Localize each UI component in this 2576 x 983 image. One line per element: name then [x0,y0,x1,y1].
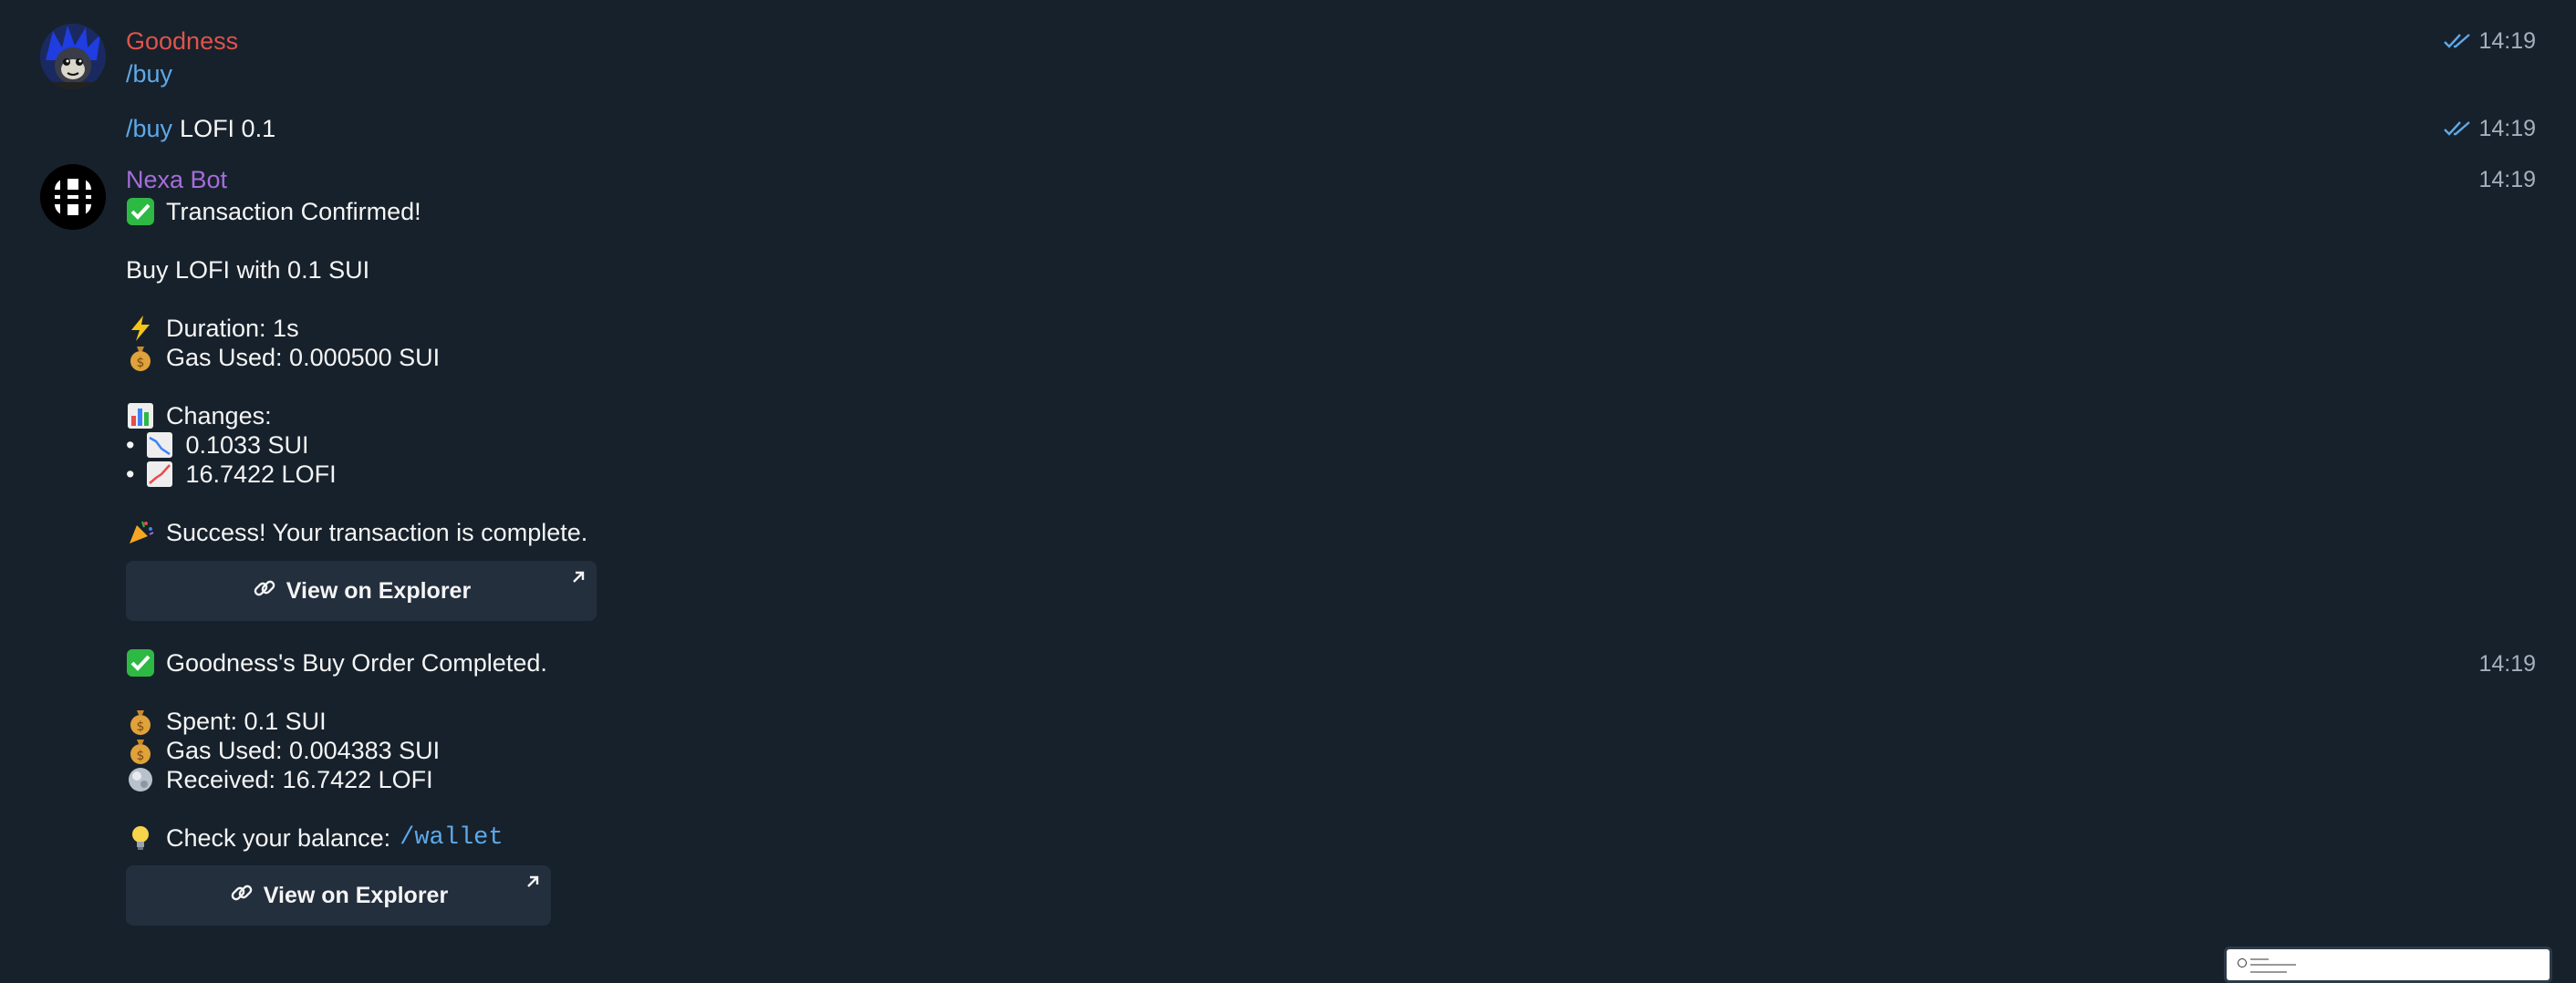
globe-icon [126,765,155,794]
external-link-arrow-icon [569,566,587,593]
message-time: 14:19 [2478,167,2536,192]
party-popper-icon [126,518,155,547]
light-bulb-icon [126,823,155,853]
message-time: 14:19 [2444,115,2536,142]
order-header: Goodness's Buy Order Completed. [126,648,547,678]
check-mark-icon [126,648,155,678]
thumbnail-line [2250,964,2296,966]
money-bag-icon: $ [126,707,155,736]
buy-command-line: /buy LOFI 0.1 [126,114,275,143]
gas-line: $ Gas Used: 0.000500 SUI [126,343,440,372]
transaction-summary: Buy LOFI with 0.1 SUI [126,256,370,284]
user-name[interactable]: Goodness [126,26,238,56]
thumbnail-dot-icon [2238,958,2247,967]
balance-line: Check your balance: /wallet [126,823,504,853]
bar-chart-icon [126,401,155,430]
bot-avatar[interactable] [40,164,106,230]
bot-name[interactable]: Nexa Bot [126,165,227,194]
svg-text:$: $ [137,356,145,370]
received-line: Received: 16.7422 LOFI [126,765,433,794]
change-item: • 16.7422 LOFI [126,460,337,489]
success-line: Success! Your transaction is complete. [126,518,587,547]
money-bag-icon: $ [126,343,155,372]
double-check-icon [2444,120,2471,137]
duration-line: Duration: 1s [126,314,299,343]
command-link[interactable]: /buy [126,114,172,143]
thumbnail-line [2250,971,2287,973]
spent-line: $ Spent: 0.1 SUI [126,707,327,736]
link-icon [252,575,277,607]
user-avatar[interactable] [40,24,106,89]
svg-text:$: $ [137,719,145,734]
user-command[interactable]: /buy [126,59,172,88]
view-on-explorer-button[interactable]: View on Explorer [126,865,551,926]
lightning-icon [126,314,155,343]
changes-title: Changes: [126,401,272,430]
change-item: • 0.1033 SUI [126,430,309,460]
money-bag-icon: $ [126,736,155,765]
link-icon [229,880,254,912]
command-link[interactable]: /buy [126,59,172,88]
message-time: 14:19 [2444,27,2536,55]
transaction-header: Transaction Confirmed! [126,197,421,226]
chart-decreasing-icon [145,430,174,460]
double-check-icon [2444,33,2471,49]
thumbnail-line [2250,958,2269,960]
gas-line: $ Gas Used: 0.004383 SUI [126,736,440,765]
view-on-explorer-button[interactable]: View on Explorer [126,561,597,621]
external-link-arrow-icon [524,871,542,897]
command-args: LOFI 0.1 [180,115,276,142]
wallet-command-link[interactable]: /wallet [400,823,503,853]
preview-thumbnail[interactable] [2224,947,2552,983]
check-mark-icon [126,197,155,226]
svg-text:$: $ [137,749,145,763]
chart-increasing-icon [145,460,174,489]
message-time: 14:19 [2478,651,2536,677]
